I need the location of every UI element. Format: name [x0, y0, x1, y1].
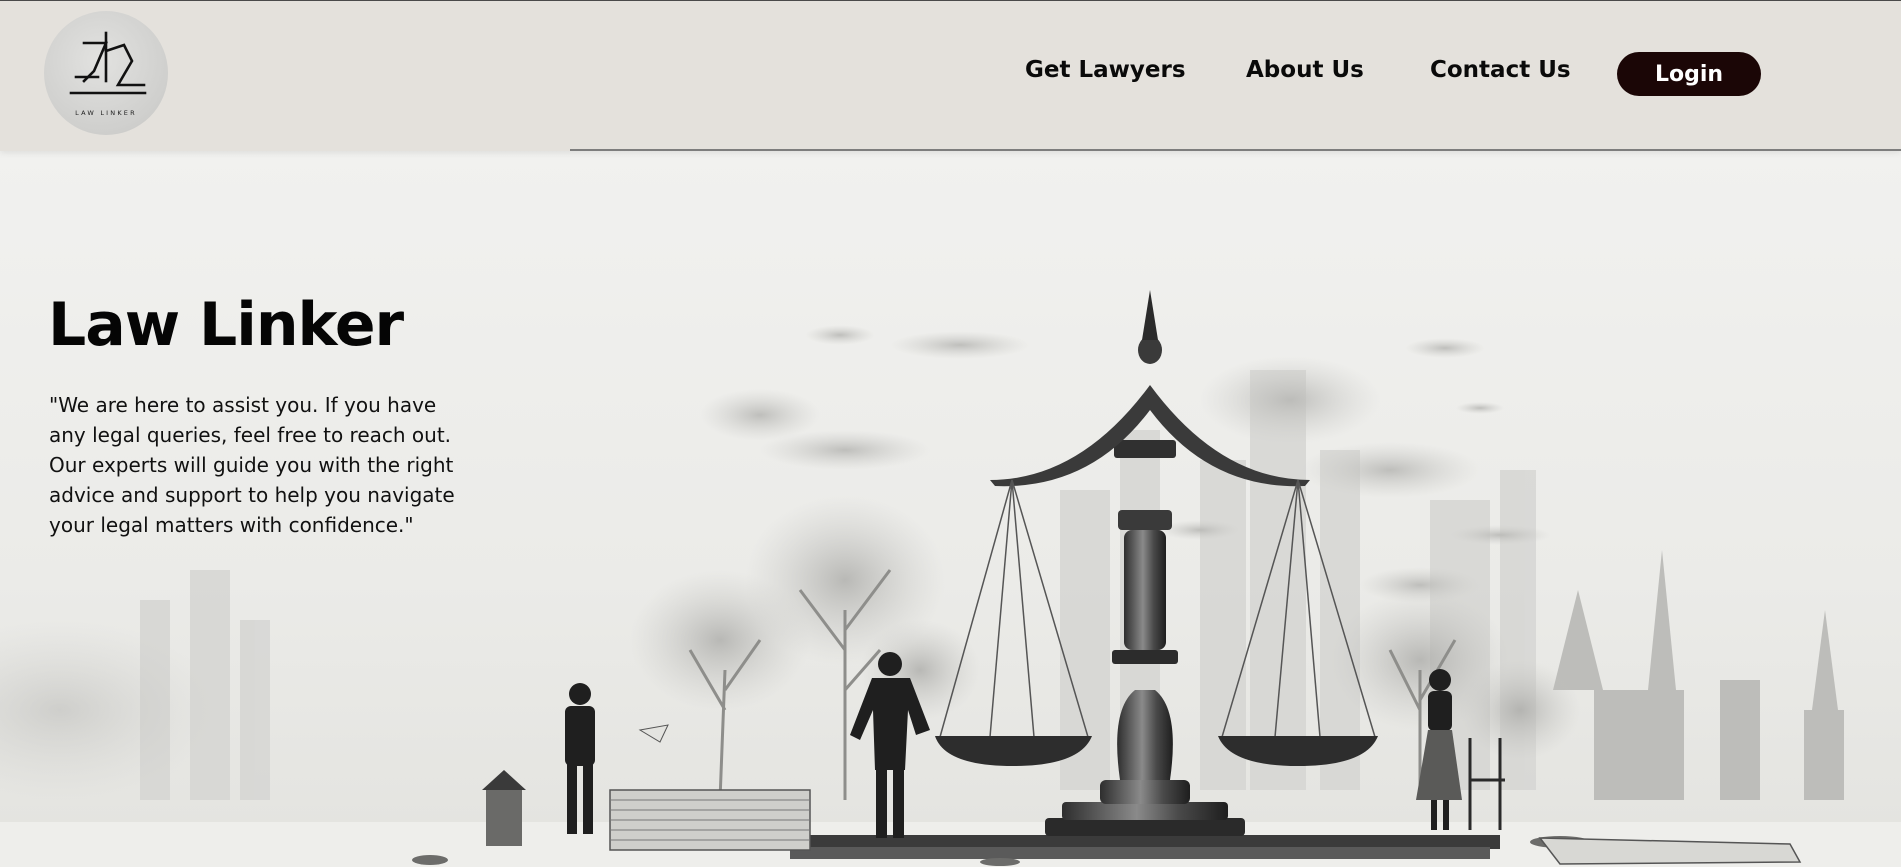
logo-text: LAW LINKER [75, 109, 137, 117]
hero-title: Law Linker [48, 290, 404, 360]
nav-get-lawyers[interactable]: Get Lawyers [1025, 57, 1186, 83]
header-divider [570, 149, 1901, 151]
logo[interactable]: LAW LINKER [44, 11, 168, 135]
nav-about-us[interactable]: About Us [1246, 57, 1364, 83]
hero-quote: "We are here to assist you. If you have … [49, 393, 455, 537]
site-header: LAW LINKER Get Lawyers About Us Contact … [0, 0, 1901, 151]
login-button[interactable]: Login [1617, 52, 1761, 96]
nav-contact-us[interactable]: Contact Us [1430, 57, 1571, 83]
